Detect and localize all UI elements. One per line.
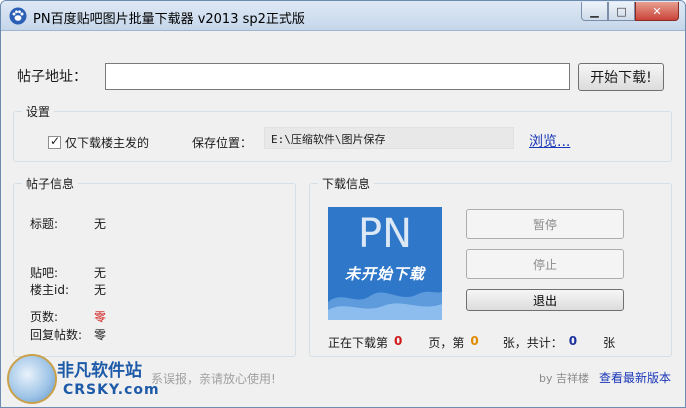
status-post-number: 0 (470, 334, 479, 348)
only-op-checkbox[interactable]: 仅下载楼主发的 (48, 134, 149, 151)
browse-link[interactable]: 浏览... (529, 131, 570, 151)
checkbox-checked-icon[interactable] (48, 134, 61, 149)
minimize-icon: ▁ (590, 4, 599, 18)
maximize-button[interactable]: □ (608, 2, 635, 21)
status-suffix: 张 (603, 336, 616, 350)
post-url-input[interactable] (105, 63, 570, 90)
close-icon: ✕ (652, 4, 662, 18)
maximize-icon: □ (616, 4, 627, 18)
app-window: PN百度贴吧图片批量下载器 v2013 sp2正式版 ▁ □ ✕ 帖子地址： 开… (0, 0, 686, 408)
app-paw-icon (9, 7, 27, 25)
download-info-group: 下载信息 PN 未开始下载 暂停 停止 退出 正在下载第 0 页，第 0 张，共… (309, 175, 672, 357)
save-location-label: 保存位置： (192, 136, 253, 150)
info-value: 无 (94, 217, 107, 231)
post-info-group: 帖子信息 标题: 无 贴吧: 无 楼主id: 无 页数: 零 回复帖数: 零 (13, 175, 296, 357)
close-button[interactable]: ✕ (635, 2, 679, 21)
stop-button[interactable]: 停止 (466, 249, 624, 279)
pn-logo-text: PN (357, 211, 413, 257)
info-key: 回复帖数: (30, 328, 83, 342)
download-info-title: 下载信息 (318, 175, 375, 192)
info-row-forum: 贴吧: 无 (30, 264, 106, 281)
watermark-title: 非凡软件站 (57, 361, 142, 381)
pn-logo-image: PN 未开始下载 (328, 207, 442, 320)
pause-button[interactable]: 暂停 (466, 209, 624, 239)
title-bar[interactable]: PN百度贴吧图片批量下载器 v2013 sp2正式版 ▁ □ ✕ (1, 1, 685, 31)
minimize-button[interactable]: ▁ (581, 2, 608, 21)
crsky-watermark: 非凡软件站 CRSKY.com (1, 352, 171, 407)
watermark-subtitle: CRSKY.com (63, 382, 160, 398)
info-key: 标题: (30, 217, 59, 231)
info-row-pages: 页数: 零 (30, 308, 106, 325)
watermark-globe-icon (7, 354, 57, 404)
info-key: 贴吧: (30, 266, 59, 280)
info-row-title: 标题: 无 (30, 215, 106, 232)
author-credit: by 吉祥楼 (539, 372, 589, 385)
status-prefix: 正在下载第 (328, 336, 389, 350)
start-download-button[interactable]: 开始下载! (578, 63, 664, 91)
info-row-op-id: 楼主id: 无 (30, 281, 106, 298)
info-value: 无 (94, 266, 107, 280)
settings-group: 设置 仅下载楼主发的 保存位置： E:\压缩软件\图片保存 浏览... (13, 103, 672, 162)
info-value: 无 (94, 283, 107, 297)
only-op-label: 仅下载楼主发的 (65, 136, 150, 150)
info-value: 零 (94, 328, 107, 342)
info-key: 楼主id: (30, 283, 69, 297)
status-total-sep: 张，共计： (502, 336, 563, 350)
save-path-field[interactable]: E:\压缩软件\图片保存 (264, 127, 514, 149)
mountain-wave-icon (328, 291, 442, 320)
download-status-line: 正在下载第 0 页，第 0 张，共计： 0 张 (328, 334, 615, 351)
info-value: 零 (94, 310, 107, 324)
exit-button[interactable]: 退出 (466, 289, 624, 311)
post-url-label: 帖子地址： (17, 69, 87, 85)
window-controls: ▁ □ ✕ (581, 2, 679, 22)
status-page-number: 0 (394, 334, 403, 348)
status-page-sep: 页，第 (428, 336, 465, 350)
check-update-link[interactable]: 查看最新版本 (599, 369, 671, 386)
settings-title: 设置 (22, 103, 55, 120)
window-title: PN百度贴吧图片批量下载器 v2013 sp2正式版 (33, 12, 305, 27)
post-info-title: 帖子信息 (22, 175, 79, 192)
info-row-replies: 回复帖数: 零 (30, 326, 106, 343)
info-key: 页数: (30, 310, 59, 324)
status-total-number: 0 (568, 334, 578, 348)
